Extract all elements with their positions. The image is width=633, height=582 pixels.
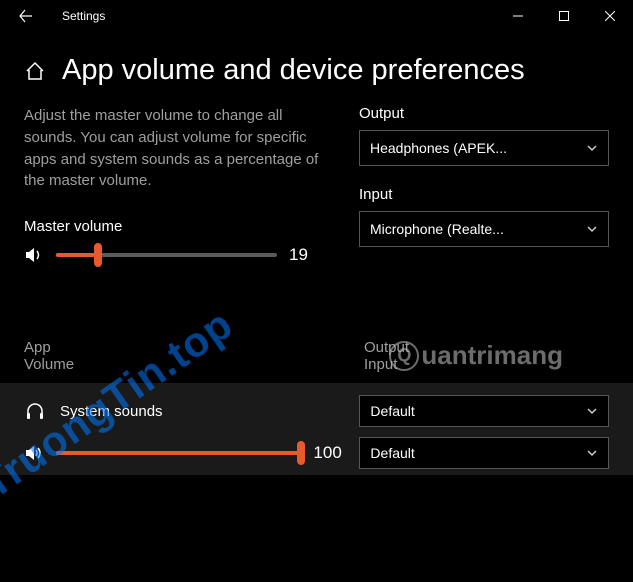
app-volume-value: 100 <box>313 443 343 463</box>
input-header: Input <box>364 356 609 373</box>
app-output-value: Default <box>370 403 414 419</box>
maximize-button[interactable] <box>541 0 587 32</box>
app-header-line2: Volume <box>24 356 364 373</box>
input-device-dropdown[interactable]: Microphone (Realte... <box>359 211 609 247</box>
chevron-down-icon <box>586 447 598 459</box>
master-volume-control: 19 <box>24 245 319 265</box>
left-column: Adjust the master volume to change all s… <box>24 105 319 267</box>
app-output-dropdown[interactable]: Default <box>359 395 609 427</box>
slider-thumb[interactable] <box>297 441 305 465</box>
output-device-dropdown[interactable]: Headphones (APEK... <box>359 130 609 166</box>
content-area: Adjust the master volume to change all s… <box>0 105 633 267</box>
app-info: System sounds <box>24 400 343 422</box>
app-volume-slider[interactable] <box>56 451 301 455</box>
home-icon[interactable] <box>24 60 46 82</box>
output-label: Output <box>359 105 609 122</box>
output-device-value: Headphones (APEK... <box>370 140 507 156</box>
app-row-bottom: 100 Default <box>24 437 609 469</box>
headphones-icon <box>24 400 46 422</box>
app-header-line1: App <box>24 339 364 356</box>
app-column-header: App Volume <box>24 339 364 373</box>
chevron-down-icon <box>586 405 598 417</box>
titlebar: Settings <box>0 0 633 32</box>
master-volume-slider[interactable] <box>56 253 277 257</box>
minimize-icon <box>513 11 523 21</box>
description-text: Adjust the master volume to change all s… <box>24 105 319 192</box>
back-button[interactable] <box>10 9 42 23</box>
page-title: App volume and device preferences <box>62 54 525 87</box>
master-volume-value: 19 <box>289 245 319 265</box>
input-device-value: Microphone (Realte... <box>370 221 504 237</box>
window-title: Settings <box>42 9 105 23</box>
speaker-icon[interactable] <box>24 443 44 463</box>
chevron-down-icon <box>586 142 598 154</box>
input-label: Input <box>359 186 609 203</box>
output-header: Output <box>364 339 609 356</box>
app-name: System sounds <box>60 403 163 420</box>
arrow-left-icon <box>19 9 33 23</box>
slider-fill <box>56 253 98 257</box>
close-button[interactable] <box>587 0 633 32</box>
app-list-header: App Volume Output Input <box>0 339 633 373</box>
app-row-top: System sounds Default <box>24 395 609 427</box>
app-row-system-sounds: System sounds Default 100 Default <box>0 383 633 475</box>
device-column-header: Output Input <box>364 339 609 373</box>
app-volume-control: 100 <box>24 443 343 463</box>
app-input-value: Default <box>370 445 414 461</box>
right-column: Output Headphones (APEK... Input Microph… <box>359 105 609 267</box>
minimize-button[interactable] <box>495 0 541 32</box>
slider-fill <box>56 451 301 455</box>
close-icon <box>605 11 615 21</box>
page-header: App volume and device preferences <box>0 32 633 105</box>
app-input-dropdown[interactable]: Default <box>359 437 609 469</box>
window-controls <box>495 0 633 32</box>
maximize-icon <box>559 11 569 21</box>
slider-thumb[interactable] <box>94 243 102 267</box>
master-volume-label: Master volume <box>24 218 319 235</box>
chevron-down-icon <box>586 223 598 235</box>
speaker-icon[interactable] <box>24 245 44 265</box>
